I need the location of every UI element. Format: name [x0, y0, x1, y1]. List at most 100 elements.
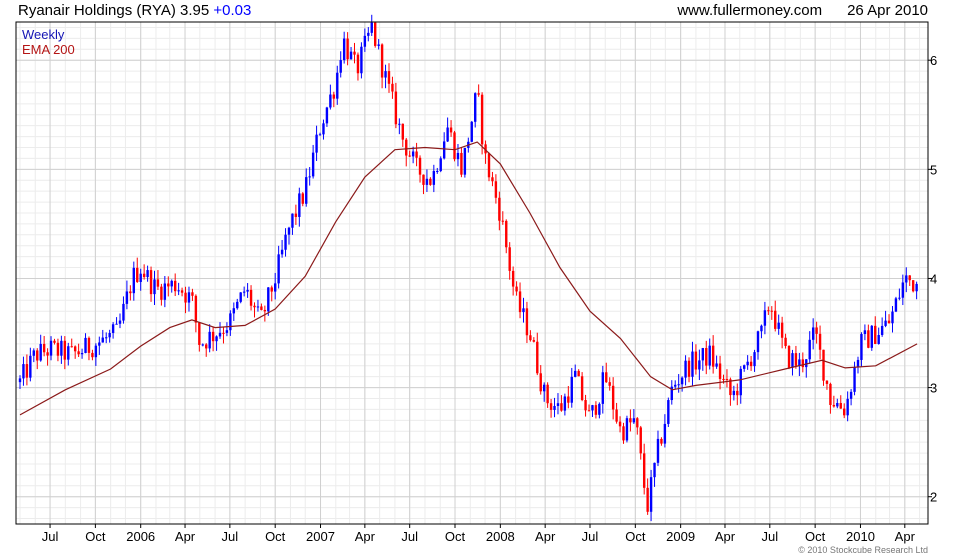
candle-body [101, 337, 104, 343]
candle-body [505, 220, 508, 248]
candle-body [701, 348, 705, 361]
candle-body [749, 361, 753, 367]
candle-body [318, 134, 322, 136]
candle-body [398, 123, 401, 125]
candle-body [529, 335, 532, 341]
candle-body [60, 340, 63, 356]
candle-body [818, 333, 822, 350]
candle-body [715, 363, 718, 367]
candle-body [187, 292, 191, 303]
candle-body [32, 350, 35, 356]
candle-body [884, 320, 887, 326]
candle-body [780, 322, 784, 338]
candle-body [29, 355, 32, 378]
y-tick-label: 6 [930, 53, 937, 68]
candle-body [253, 305, 256, 308]
candle-body [194, 295, 198, 323]
candle-body [53, 340, 56, 343]
x-tick-label: 2009 [666, 529, 695, 544]
candle-body [767, 310, 770, 312]
candle-body [622, 426, 625, 441]
candle-body [891, 311, 894, 324]
candle-body [801, 359, 805, 368]
candle-body [380, 44, 384, 78]
candle-body [667, 400, 670, 424]
candle-body [360, 46, 363, 74]
candle-body [563, 396, 567, 411]
candle-body [432, 171, 436, 185]
candle-body [208, 331, 211, 349]
candle-body [532, 340, 536, 342]
candle-body [149, 270, 153, 295]
x-tick-label: Oct [805, 529, 826, 544]
candle-body [115, 323, 118, 325]
candle-body [63, 340, 67, 360]
candle-body [853, 366, 856, 392]
candle-body [549, 403, 553, 410]
candle-body [615, 409, 618, 422]
candle-body [353, 51, 356, 55]
candle-body [898, 297, 901, 299]
candle-body [222, 332, 225, 334]
candle-body [301, 193, 304, 204]
candle-body [811, 327, 815, 340]
candle-body [501, 220, 504, 222]
candle-body [246, 289, 249, 292]
candle-body [87, 337, 91, 353]
candle-body [705, 348, 708, 366]
candle-body [291, 213, 294, 228]
candle-body [374, 22, 377, 46]
candle-body [401, 123, 404, 140]
candle-body [260, 306, 263, 310]
candle-body [760, 325, 763, 332]
candle-body [856, 359, 860, 367]
candle-body [77, 351, 80, 355]
candle-body [522, 308, 525, 313]
candle-body [901, 282, 905, 298]
candle-body [446, 127, 449, 142]
x-tick-label: 2007 [306, 529, 335, 544]
candle-body [80, 353, 84, 355]
candle-body [860, 334, 863, 360]
candle-body [594, 405, 598, 415]
candle-body [449, 127, 453, 133]
candle-body [415, 151, 418, 158]
candle-body [577, 370, 580, 377]
candle-body [122, 303, 125, 321]
candle-body [525, 308, 529, 336]
candle-body [229, 313, 232, 331]
candle-body [867, 330, 870, 348]
candle-body [808, 339, 811, 360]
candle-body [153, 279, 156, 295]
candle-body [329, 94, 332, 108]
y-tick-label: 4 [930, 271, 937, 286]
candle-body [332, 94, 336, 99]
candle-body [718, 363, 722, 379]
candle-body [677, 384, 680, 386]
candle-body [777, 322, 780, 329]
candle-body [480, 94, 484, 145]
candle-body [774, 310, 777, 329]
candle-body [849, 391, 853, 399]
candle-body [184, 292, 187, 303]
candle-body [105, 337, 108, 339]
candle-body [284, 234, 287, 250]
candle-body [287, 227, 291, 235]
candle-body [553, 405, 556, 410]
x-tick-label: Apr [355, 529, 376, 544]
candle-body [294, 213, 298, 217]
candle-body [242, 291, 246, 293]
candle-body [218, 332, 222, 337]
candle-body [742, 365, 746, 369]
candle-body [463, 147, 467, 175]
candle-body [36, 350, 39, 361]
candle-body [846, 398, 849, 416]
candle-body [167, 283, 170, 287]
candle-body [753, 352, 756, 367]
x-tick-label: Apr [895, 529, 916, 544]
candle-body [725, 378, 729, 380]
candle-body [660, 438, 663, 444]
x-tick-label: Oct [445, 529, 466, 544]
candle-body [836, 402, 839, 407]
candle-body [315, 134, 318, 153]
